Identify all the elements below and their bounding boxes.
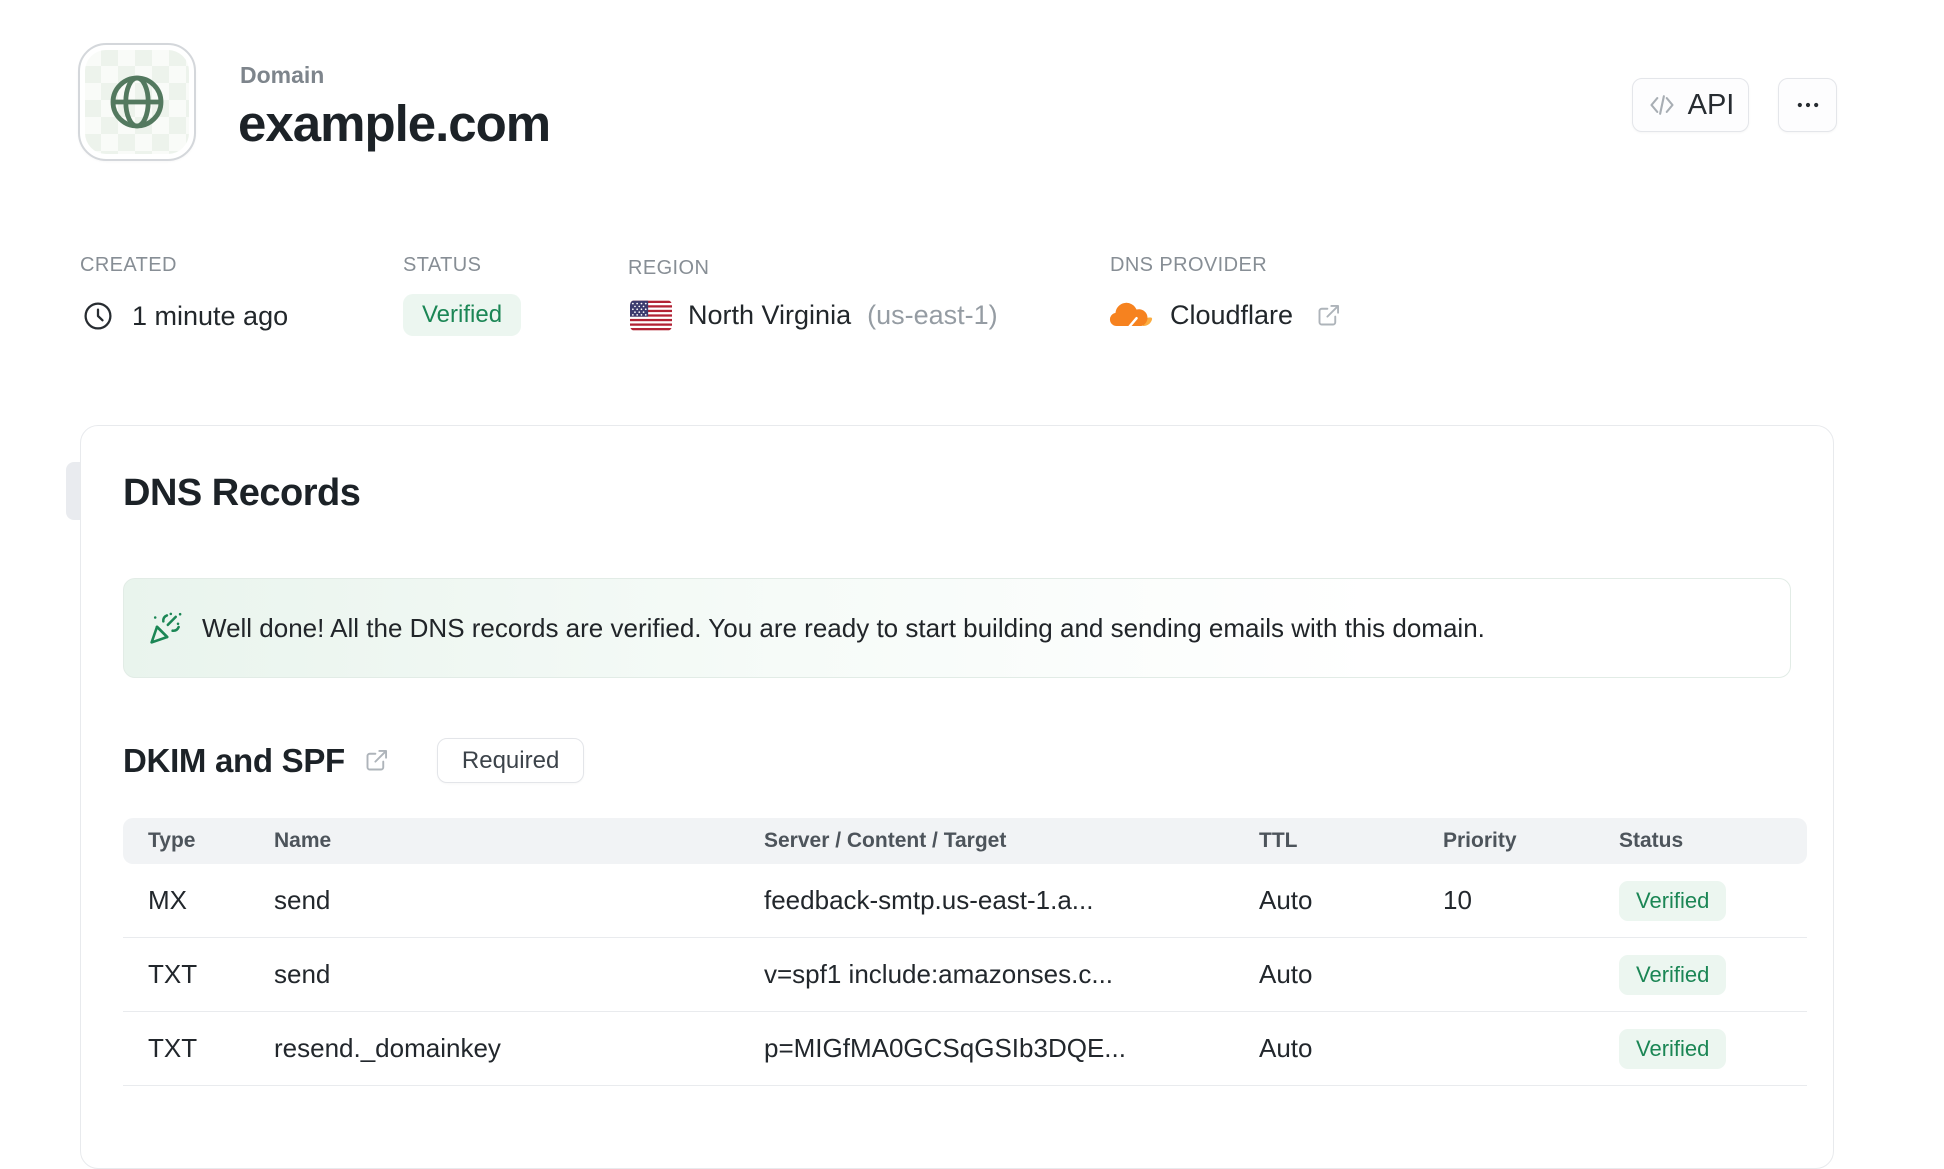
record-status-badge: Verified [1619,880,1727,921]
col-name: Name [274,829,332,852]
success-banner: Well done! All the DNS records are verif… [123,578,1791,678]
api-button[interactable]: API [1632,78,1749,132]
region-value: North Virginia (us-east-1) [630,300,998,331]
col-priority: Priority [1443,829,1517,852]
party-popper-icon [148,610,184,646]
record-type: TXT [148,1033,198,1063]
code-icon [1647,90,1677,120]
provider-value: Cloudflare [1108,300,1342,331]
globe-icon [105,70,169,134]
record-content: v=spf1 include:amazonses.c... [764,959,1114,989]
record-ttl: Auto [1259,1033,1313,1063]
more-button[interactable] [1778,78,1837,132]
dkim-spf-title: DKIM and SPF [123,741,345,779]
created-label: CREATED [80,254,177,276]
us-flag-icon [630,300,672,331]
dkim-external-link-icon[interactable] [363,747,390,774]
cloudflare-icon [1108,300,1154,331]
table-row: TXT send v=spf1 include:amazonses.c... A… [123,938,1807,1012]
record-priority: 10 [1443,885,1472,915]
record-status-badge: Verified [1619,954,1727,995]
created-value: 1 minute ago [82,300,288,332]
api-button-label: API [1687,88,1735,121]
region-code: (us-east-1) [867,300,998,330]
col-content: Server / Content / Target [764,829,1007,852]
domain-avatar [78,43,196,161]
provider-name: Cloudflare [1170,300,1294,330]
required-badge: Required [436,738,585,783]
provider-external-link-icon[interactable] [1315,302,1342,329]
table-row: TXT resend._domainkey p=MIGfMA0GCSqGSIb3… [123,1012,1807,1086]
dns-records-heading: DNS Records [123,472,361,514]
provider-label: DNS PROVIDER [1110,254,1268,276]
record-name: send [274,959,331,989]
col-ttl: TTL [1259,829,1298,852]
dns-records-card: DNS Records Well done! All the DNS recor… [80,425,1834,1169]
page-eyebrow: Domain [240,62,325,88]
region-label: REGION [628,257,710,279]
dns-records-table: Type Name Server / Content / Target TTL … [123,818,1807,1086]
clock-icon [82,300,114,332]
record-ttl: Auto [1259,885,1313,915]
success-banner-text: Well done! All the DNS records are verif… [202,612,1485,643]
record-content: feedback-smtp.us-east-1.a... [764,885,1094,915]
table-header-row: Type Name Server / Content / Target TTL … [123,818,1807,864]
table-row: MX send feedback-smtp.us-east-1.a... Aut… [123,864,1807,938]
record-type: TXT [148,959,198,989]
status-badge: Verified [403,294,522,336]
col-type: Type [148,829,196,852]
created-text: 1 minute ago [132,300,289,331]
col-status: Status [1619,829,1684,852]
dkim-spf-section-header: DKIM and SPF Required [123,738,585,783]
status-label: STATUS [403,254,482,276]
record-type: MX [148,885,187,915]
record-name: send [274,885,331,915]
ellipsis-icon [1794,91,1822,119]
page-title: example.com [238,95,551,152]
record-name: resend._domainkey [274,1033,501,1063]
record-status-badge: Verified [1619,1028,1727,1069]
region-name: North Virginia [688,300,852,330]
record-ttl: Auto [1259,959,1313,989]
record-content: p=MIGfMA0GCSqGSIb3DQE... [764,1033,1126,1063]
